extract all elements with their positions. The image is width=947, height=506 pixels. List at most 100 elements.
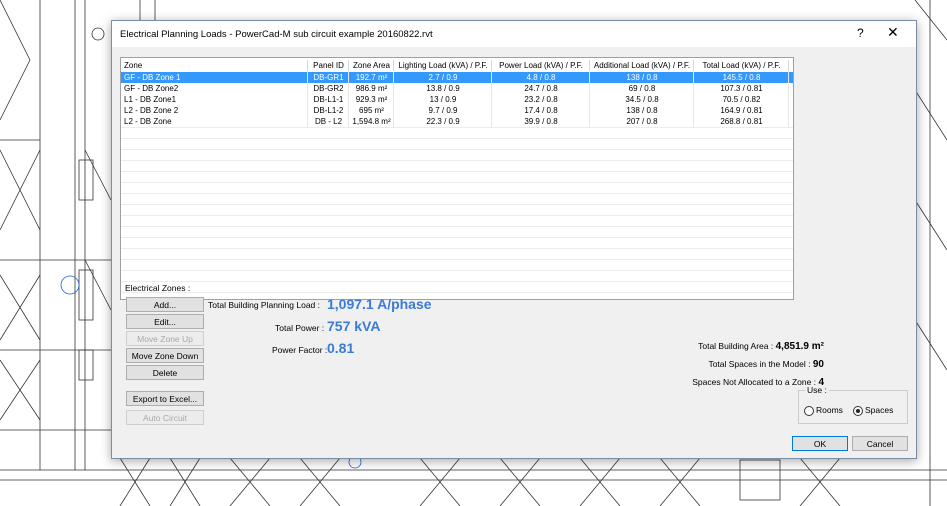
cell-zone: GF - DB Zone2 [124, 83, 308, 94]
cell-additional-load: 207 / 0.8 [591, 116, 694, 127]
total-power-label: Total Power : [275, 323, 325, 333]
cell-zone: L2 - DB Zone 2 [124, 105, 308, 116]
close-button[interactable]: ✕ [887, 24, 899, 41]
empty-row-line [121, 292, 793, 293]
empty-row-line [121, 281, 793, 282]
building-area-label: Total Building Area : [698, 341, 774, 351]
cell-power-load: 4.8 / 0.8 [493, 72, 590, 83]
cell-zone-area: 695 m² [350, 105, 394, 116]
ok-button[interactable]: OK [792, 436, 848, 451]
cell-panel-id: DB-GR2 [309, 83, 349, 94]
building-area-value: 4,851.9 m² [775, 341, 824, 352]
empty-row-line [121, 248, 793, 249]
empty-row-line [121, 160, 793, 161]
cell-lighting-load: 9.7 / 0.9 [395, 105, 492, 116]
electrical-planning-loads-dialog: Electrical Planning Loads - PowerCad-M s… [111, 20, 917, 459]
use-label: Use : [805, 385, 829, 395]
cell-panel-id: DB-GR1 [309, 72, 349, 83]
empty-row-line [121, 138, 793, 139]
cell-power-load: 39.9 / 0.8 [493, 116, 590, 127]
cell-total-load: 164.9 / 0.81 [695, 105, 789, 116]
spaces-radio[interactable] [853, 406, 863, 416]
electrical-zones-group: Electrical Zones : Add... Edit... Move Z… [120, 283, 210, 438]
col-header-power-load[interactable]: Power Load (kVA) / P.F. [493, 60, 590, 71]
total-spaces-value: 90 [812, 359, 824, 370]
empty-row-line [121, 204, 793, 205]
spaces-radio-label[interactable]: Spaces [865, 405, 893, 415]
cell-additional-load: 138 / 0.8 [591, 105, 694, 116]
cell-zone-area: 986.9 m² [350, 83, 394, 94]
auto-circuit-button[interactable]: Auto Circuit [126, 410, 204, 425]
cell-lighting-load: 13 / 0.9 [395, 94, 492, 105]
move-zone-down-button[interactable]: Move Zone Down [126, 348, 204, 363]
cell-zone: L2 - DB Zone [124, 116, 308, 127]
total-power-value: 757 kVA [327, 318, 381, 334]
building-area-stat: Total Building Area : 4,851.9 m² [698, 341, 824, 352]
cell-zone-area: 929.3 m² [350, 94, 394, 105]
col-header-additional-load[interactable]: Additional Load (kVA) / P.F. [591, 60, 694, 71]
empty-row-line [121, 259, 793, 260]
unallocated-spaces-label: Spaces Not Allocated to a Zone : [692, 377, 817, 387]
power-factor-value: 0.81 [327, 340, 355, 356]
cell-power-load: 24.7 / 0.8 [493, 83, 590, 94]
empty-row-line [121, 171, 793, 172]
total-spaces-label: Total Spaces in the Model : [708, 359, 811, 369]
cell-panel-id: DB-L1-1 [309, 94, 349, 105]
title-bar: Electrical Planning Loads - PowerCad-M s… [112, 21, 916, 47]
power-factor-label: Power Factor : [272, 345, 328, 355]
cancel-button[interactable]: Cancel [852, 436, 908, 451]
cell-total-load: 268.8 / 0.81 [695, 116, 789, 127]
cell-panel-id: DB - L2 [309, 116, 349, 127]
empty-row-line [121, 193, 793, 194]
cell-total-load: 145.5 / 0.8 [695, 72, 789, 83]
delete-zone-button[interactable]: Delete [126, 365, 204, 380]
cell-zone-area: 1,594.8 m² [350, 116, 394, 127]
rooms-radio-label[interactable]: Rooms [816, 405, 843, 415]
table-header: Zone Panel ID Zone Area Lighting Load (k… [121, 60, 793, 71]
total-spaces-stat: Total Spaces in the Model : 90 [708, 359, 824, 370]
zone-loads-table[interactable]: Zone Panel ID Zone Area Lighting Load (k… [120, 57, 794, 300]
empty-row-line [121, 215, 793, 216]
cell-total-load: 107.3 / 0.81 [695, 83, 789, 94]
cell-zone: GF - DB Zone 1 [124, 72, 308, 83]
cell-additional-load: 138 / 0.8 [591, 72, 694, 83]
empty-row-line [121, 127, 793, 128]
cell-additional-load: 69 / 0.8 [591, 83, 694, 94]
table-row[interactable]: L2 - DB Zone 2 DB-L1-2 695 m² 9.7 / 0.9 17.4… [121, 105, 793, 116]
table-row[interactable]: L1 - DB Zone1 DB-L1-1 929.3 m² 13 / 0.9 23.2… [121, 94, 793, 105]
col-header-lighting-load[interactable]: Lighting Load (kVA) / P.F. [395, 60, 492, 71]
empty-row-line [121, 182, 793, 183]
empty-row-line [121, 226, 793, 227]
building-stats: Total Building Area : 4,851.9 m² Total S… [562, 339, 824, 389]
cell-lighting-load: 2.7 / 0.9 [395, 72, 492, 83]
cell-additional-load: 34.5 / 0.8 [591, 94, 694, 105]
table-row[interactable]: GF - DB Zone 1 DB-GR1 192.7 m² 2.7 / 0.9 4.8… [121, 72, 793, 83]
rooms-radio[interactable] [804, 406, 814, 416]
cell-lighting-load: 22.3 / 0.9 [395, 116, 492, 127]
add-zone-button[interactable]: Add... [126, 297, 204, 312]
cell-total-load: 70.5 / 0.82 [695, 94, 789, 105]
empty-row-line [121, 237, 793, 238]
window-title: Electrical Planning Loads - PowerCad-M s… [120, 29, 433, 40]
col-header-zone[interactable]: Zone [124, 60, 308, 71]
export-to-excel-button[interactable]: Export to Excel... [126, 391, 204, 406]
col-header-panel-id[interactable]: Panel ID [309, 60, 349, 71]
col-header-zone-area[interactable]: Zone Area [350, 60, 394, 71]
move-zone-up-button[interactable]: Move Zone Up [126, 331, 204, 346]
edit-zone-button[interactable]: Edit... [126, 314, 204, 329]
table-row[interactable]: L2 - DB Zone DB - L2 1,594.8 m² 22.3 / 0.9 3… [121, 116, 793, 127]
table-row[interactable]: GF - DB Zone2 DB-GR2 986.9 m² 13.8 / 0.9 24.… [121, 83, 793, 94]
use-group: Use : Rooms Spaces [798, 385, 908, 424]
cell-power-load: 23.2 / 0.8 [493, 94, 590, 105]
cell-zone: L1 - DB Zone1 [124, 94, 308, 105]
cell-zone-area: 192.7 m² [350, 72, 394, 83]
empty-row-line [121, 270, 793, 271]
planning-load-value: 1,097.1 A/phase [327, 296, 432, 312]
help-button[interactable]: ? [857, 26, 864, 40]
empty-row-line [121, 149, 793, 150]
cell-power-load: 17.4 / 0.8 [493, 105, 590, 116]
cell-lighting-load: 13.8 / 0.9 [395, 83, 492, 94]
planning-load-label: Total Building Planning Load : [208, 300, 320, 310]
col-header-total-load[interactable]: Total Load (kVA) / P.F. [695, 60, 789, 71]
electrical-zones-label: Electrical Zones : [125, 283, 191, 293]
